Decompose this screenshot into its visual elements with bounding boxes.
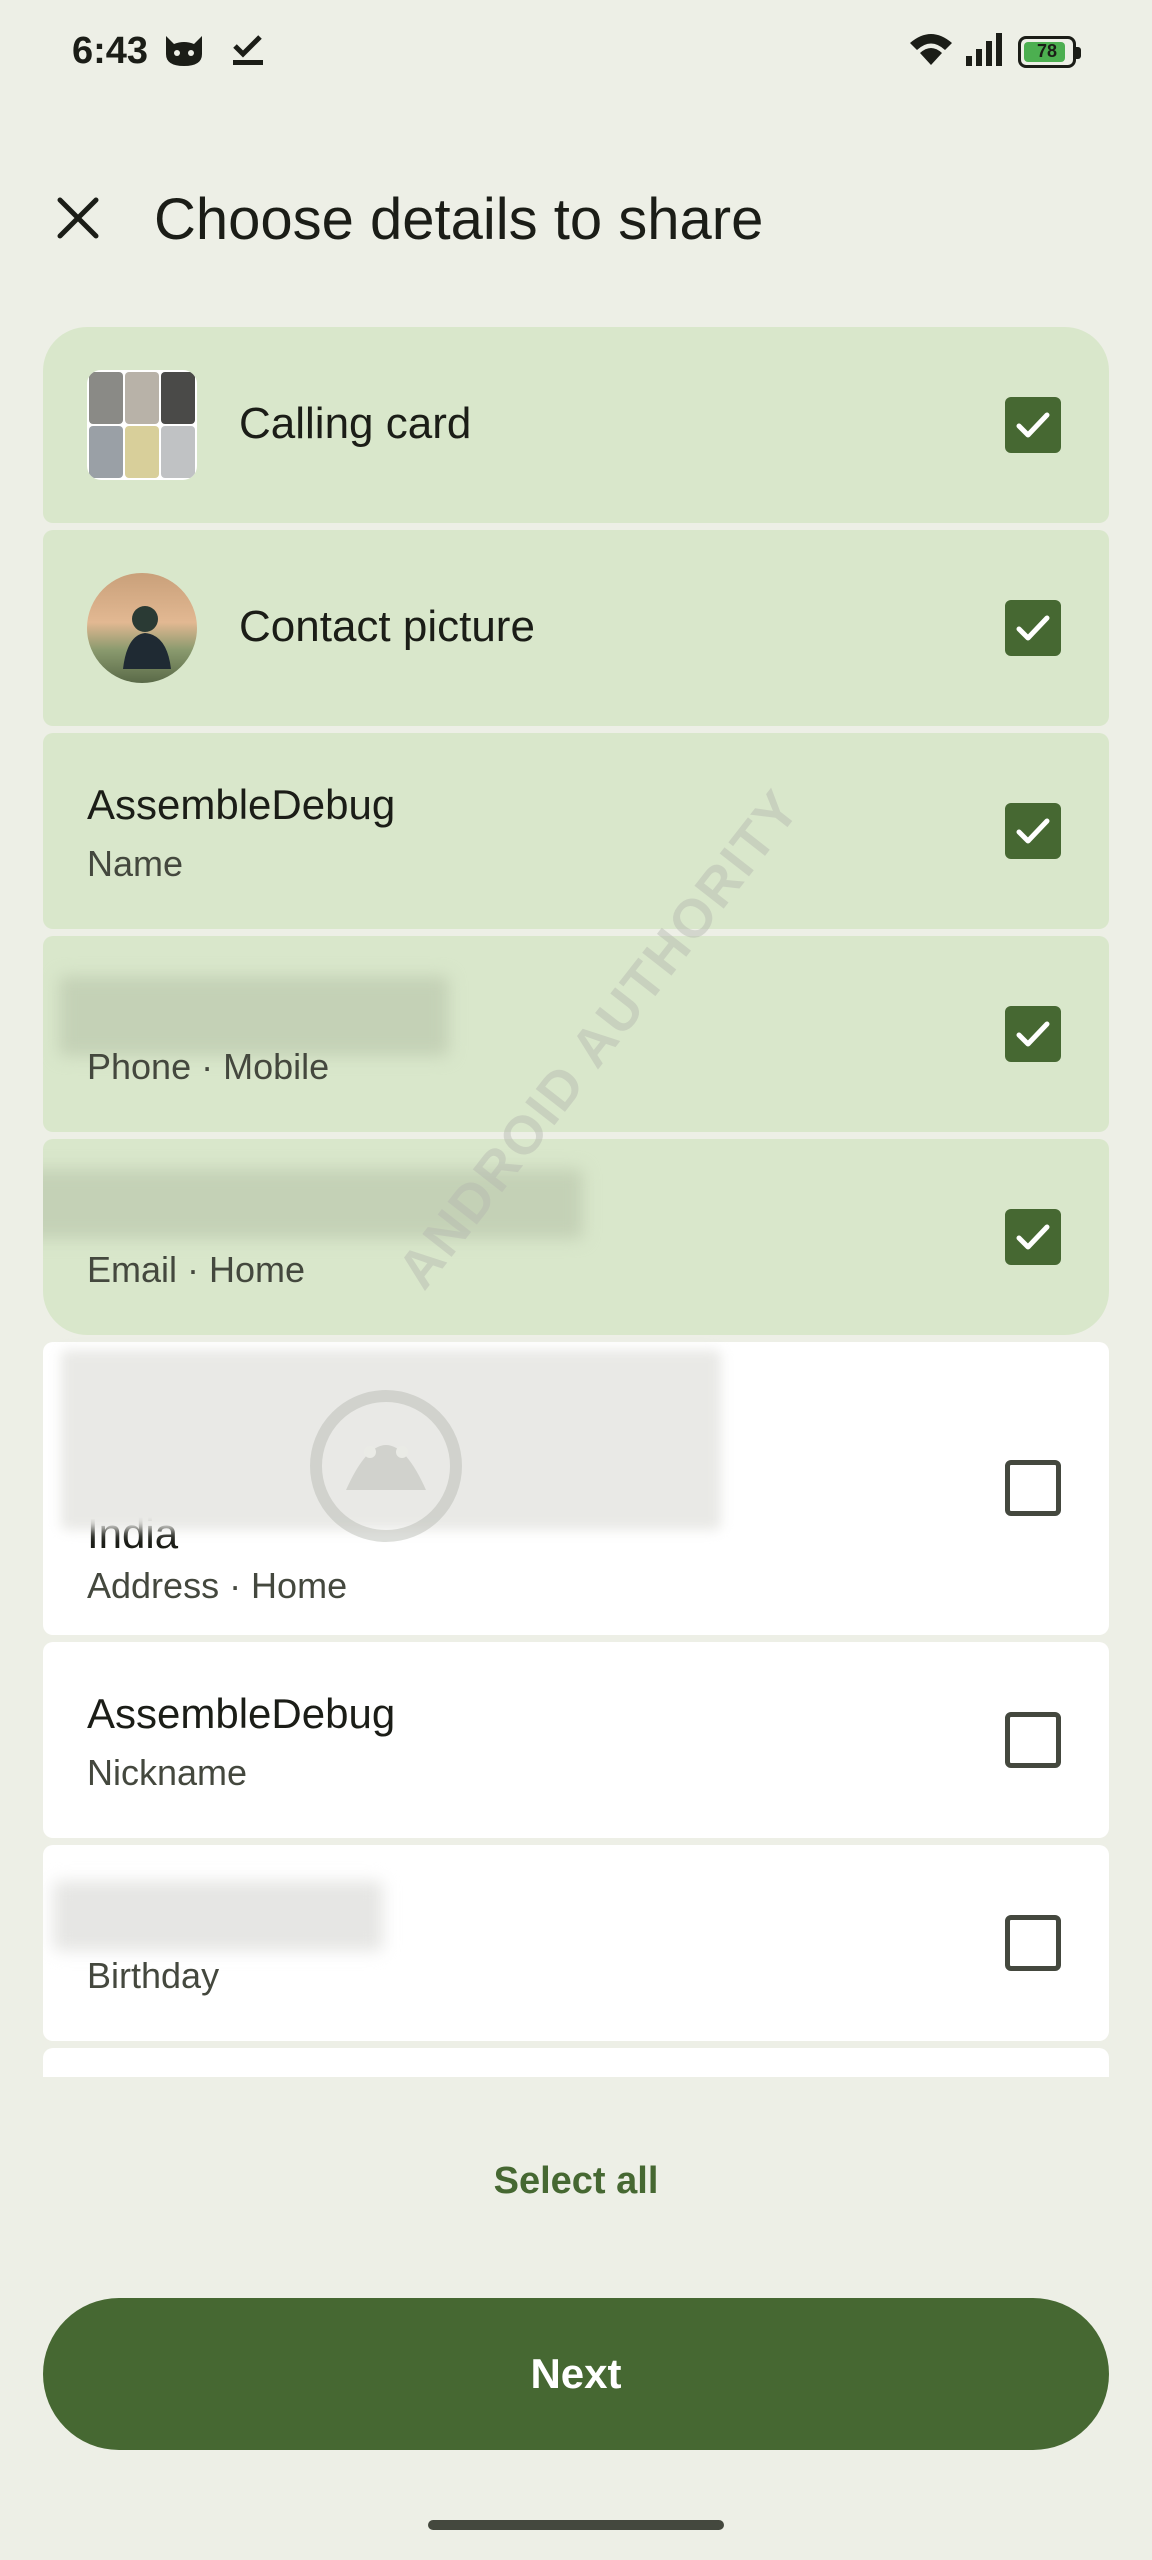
list-item-contact-picture[interactable]: Contact picture	[43, 530, 1109, 726]
checkbox-phone[interactable]	[1005, 1006, 1061, 1062]
checkbox-address[interactable]	[1005, 1460, 1061, 1516]
item-primary-text: Contact picture	[239, 602, 535, 651]
checkmark-icon	[1016, 818, 1050, 844]
check-icon	[230, 32, 266, 73]
item-primary-text: AssembleDebug	[87, 1690, 396, 1737]
battery-level: 78	[1036, 41, 1058, 61]
item-primary-text: Calling card	[239, 399, 472, 448]
checkmark-icon	[1016, 412, 1050, 438]
home-indicator[interactable]	[428, 2520, 724, 2530]
item-primary-text: AssembleDebug	[87, 781, 396, 828]
close-button[interactable]	[42, 182, 114, 254]
wifi-icon	[908, 31, 954, 72]
list-item-nickname[interactable]: AssembleDebug Nickname	[43, 1642, 1109, 1838]
checkbox-birthday[interactable]	[1005, 1915, 1061, 1971]
item-secondary-text: Name	[87, 843, 184, 884]
list-item-calling-card[interactable]: Calling card	[43, 327, 1109, 523]
list-item-email[interactable]: Email · Home	[43, 1139, 1109, 1335]
status-left-icons	[162, 32, 266, 73]
header: Choose details to share	[0, 160, 1152, 280]
redacted-birthday-date	[53, 1881, 383, 1951]
contact-picture-thumbnail	[87, 573, 197, 683]
page-title: Choose details to share	[154, 187, 764, 252]
checkmark-icon	[1016, 615, 1050, 641]
select-all-button[interactable]: Select all	[0, 2160, 1152, 2203]
calling-card-thumbnail	[87, 370, 197, 480]
checkbox-nickname[interactable]	[1005, 1712, 1061, 1768]
checkbox-contact-picture[interactable]	[1005, 600, 1061, 656]
status-time: 6:43	[72, 30, 149, 72]
redacted-phone-number	[59, 976, 449, 1056]
list-item-phone[interactable]: Phone · Mobile	[43, 936, 1109, 1132]
status-right-icons: 78	[908, 30, 1081, 73]
checkmark-icon	[1016, 1224, 1050, 1250]
item-secondary-text: Phone · Mobile	[87, 1046, 330, 1087]
list-item-birthday[interactable]: Birthday	[43, 1845, 1109, 2041]
cat-icon	[162, 32, 206, 73]
checkmark-icon	[1016, 1021, 1050, 1047]
status-bar: 6:43 78	[0, 0, 1152, 110]
battery-icon: 78	[1018, 35, 1081, 68]
item-secondary-text: Birthday	[87, 1955, 220, 1996]
checkbox-email[interactable]	[1005, 1209, 1061, 1265]
redacted-email-address	[43, 1169, 583, 1239]
list-item-partial[interactable]	[43, 2048, 1109, 2077]
signal-icon	[964, 30, 1008, 73]
checkbox-calling-card[interactable]	[1005, 397, 1061, 453]
item-secondary-text: Address · Home	[87, 1565, 348, 1606]
close-icon	[57, 197, 99, 239]
redacted-street-address	[61, 1350, 721, 1530]
list-item-address[interactable]: India Address · Home	[43, 1342, 1109, 1635]
checkbox-name[interactable]	[1005, 803, 1061, 859]
item-secondary-text: Nickname	[87, 1752, 248, 1793]
details-list[interactable]: Calling card Contact picture AssembleDeb…	[43, 327, 1109, 2077]
item-secondary-text: Email · Home	[87, 1249, 306, 1290]
list-item-name[interactable]: AssembleDebug Name	[43, 733, 1109, 929]
next-button[interactable]: Next	[43, 2298, 1109, 2450]
